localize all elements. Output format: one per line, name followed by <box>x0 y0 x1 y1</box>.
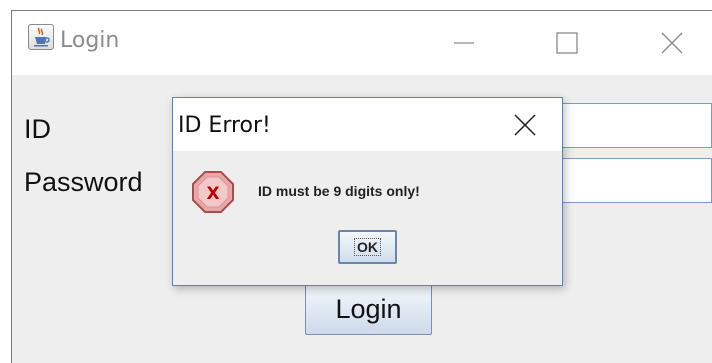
minimize-icon <box>454 42 474 44</box>
dialog-title-bar[interactable]: ID Error! <box>173 98 562 151</box>
id-input[interactable] <box>560 103 712 148</box>
password-label: Password <box>24 167 143 197</box>
password-input[interactable] <box>560 158 712 203</box>
window-title: Login <box>60 28 120 53</box>
title-bar[interactable]: Login <box>12 11 712 75</box>
maximize-icon <box>556 32 578 54</box>
close-icon <box>661 32 683 54</box>
svg-text:X: X <box>206 184 219 204</box>
login-button[interactable]: Login <box>305 284 432 335</box>
minimize-button[interactable] <box>444 25 484 59</box>
close-icon <box>514 114 536 136</box>
error-x-icon: X <box>189 168 237 221</box>
id-label: ID <box>24 114 51 144</box>
dialog-close-button[interactable] <box>508 110 542 140</box>
error-dialog: ID Error! X ID must be 9 digits only! OK <box>172 97 563 286</box>
maximize-button[interactable] <box>547 25 587 59</box>
close-button[interactable] <box>652 25 692 59</box>
java-cup-icon <box>28 24 54 50</box>
ok-button[interactable]: OK <box>338 230 397 264</box>
error-message: ID must be 9 digits only! <box>258 183 420 199</box>
ok-button-label: OK <box>354 238 381 256</box>
dialog-title: ID Error! <box>178 113 271 138</box>
